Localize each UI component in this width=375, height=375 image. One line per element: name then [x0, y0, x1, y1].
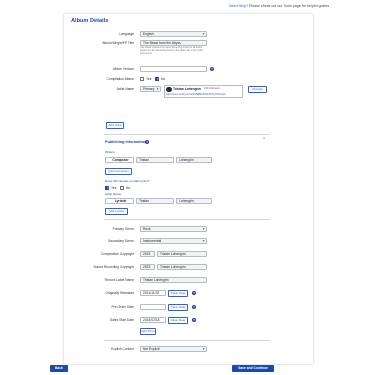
chevron-up-icon[interactable]: ⌃ [262, 137, 266, 143]
language-label: Language [119, 32, 134, 36]
lyricist-last-name[interactable]: Lohengrin [176, 197, 212, 204]
primary-genre-label: Primary Genre [112, 227, 134, 231]
secondary-genre-label: Secondary Genre [108, 239, 134, 243]
card-title: Album Details [71, 18, 109, 24]
album-title-label: Album/Single/EP Title [102, 41, 134, 45]
artist-avatar [166, 86, 172, 92]
album-details-card: Album Details Language English Album/Sin… [64, 14, 313, 364]
publishing-info-icon[interactable]: ? [145, 140, 150, 145]
lyrics-yes-checkbox[interactable] [105, 185, 109, 190]
clear-date-button[interactable]: Clear Date [168, 304, 188, 311]
composition-copyright-year[interactable]: 2023 [140, 251, 155, 257]
artist-spotify-link[interactable]: https://open.spotify.com/artist/5BBiRCtG… [166, 94, 225, 96]
sales-start-info-icon[interactable]: ? [192, 318, 197, 323]
artist-name-label: Artist Name [116, 87, 134, 91]
compilation-no-label: No [161, 77, 166, 81]
back-button[interactable]: Back [50, 365, 68, 372]
lyricist-first-name[interactable]: Tristan [136, 197, 174, 204]
lyrics-no-checkbox[interactable] [120, 185, 124, 190]
originally-released-input[interactable]: 2014/11/22 [140, 290, 166, 296]
publishing-title: Publishing Information [105, 140, 147, 144]
writer-role: Composer [105, 157, 134, 163]
add-time-button[interactable]: Add Time [140, 328, 156, 335]
divider [104, 340, 270, 341]
info-icon[interactable]: ? [210, 67, 215, 72]
help-text: Please check out our Tools page for help… [247, 4, 330, 8]
language-select[interactable]: English [140, 31, 207, 37]
record-label-input[interactable]: Tristan Lohengrin [140, 277, 207, 283]
secondary-genre-select[interactable]: Instrumental [140, 238, 207, 244]
compilation-no-checkbox[interactable] [155, 77, 159, 81]
lyrics-yes-label: Yes [111, 186, 117, 190]
compilation-label: Compilation Album [106, 77, 135, 81]
compilation-yes-checkbox[interactable] [140, 77, 144, 81]
artist-followers: 160 Followers [204, 87, 221, 90]
clear-date-button[interactable]: Clear Date [168, 317, 188, 324]
originally-released-info-icon[interactable]: ? [192, 291, 197, 296]
artist-role-select[interactable]: Primary [140, 86, 161, 92]
sound-copyright-year[interactable]: 2023 [140, 264, 155, 270]
sales-start-label: Sales Start Date [109, 318, 134, 322]
lyrics-question: Does this release contain lyrics? [105, 179, 150, 183]
explicit-content-select[interactable]: Not Explicit [140, 346, 207, 352]
artist-name: Tristan Lohengrin [173, 86, 201, 91]
explicit-content-label: Explicit Content [111, 347, 134, 351]
preorder-label: Pre-Order Date [111, 305, 134, 309]
album-title-input[interactable]: The Beast from the Abyss [140, 40, 207, 46]
album-version-label: Album Version [112, 67, 134, 71]
primary-genre-select[interactable]: Rock [140, 226, 207, 232]
writers-label: Writers [105, 150, 115, 154]
add-lyricist-button[interactable]: Add Lyricist [105, 208, 128, 215]
divider [104, 134, 270, 135]
album-version-input[interactable] [140, 66, 207, 72]
sound-copyright-owner[interactable]: Tristan Lohengrin [157, 264, 207, 270]
divider [104, 219, 270, 220]
album-title-note: Title stated indicates the same Streamin… [140, 47, 203, 55]
sound-copyright-label: Sound Recording Copyright [93, 265, 134, 269]
preorder-input[interactable] [140, 304, 166, 310]
change-artist-button[interactable]: Change [248, 86, 267, 93]
lyricist-role: Lyricist [105, 197, 134, 204]
compilation-yes-label: Yes [146, 77, 152, 81]
clear-date-button[interactable]: Clear Date [168, 290, 188, 297]
save-and-continue-button[interactable]: Save and Continue [232, 365, 274, 372]
sales-start-input[interactable]: 2024/02/18 [140, 317, 166, 323]
writer-first-name[interactable]: Tristan [136, 157, 174, 163]
lyricist-label: Artist Name [105, 192, 122, 196]
composition-copyright-label: Composition Copyright [100, 252, 134, 256]
add-composer-button[interactable]: Add Composer [105, 168, 132, 175]
composition-copyright-owner[interactable]: Tristan Lohengrin [157, 251, 207, 257]
add-artist-button[interactable]: Add Artist [106, 122, 124, 129]
writer-last-name[interactable]: Lohengrin [176, 157, 212, 163]
need-help-link[interactable]: Need Help? [229, 4, 248, 8]
originally-released-label: Originally Released [105, 291, 134, 295]
preorder-info-icon[interactable]: ? [192, 305, 197, 310]
help-banner: Need Help? Please check out our Tools pa… [229, 4, 329, 8]
record-label-label: Record Label Name [104, 278, 134, 282]
lyrics-no-label: No [126, 186, 131, 190]
